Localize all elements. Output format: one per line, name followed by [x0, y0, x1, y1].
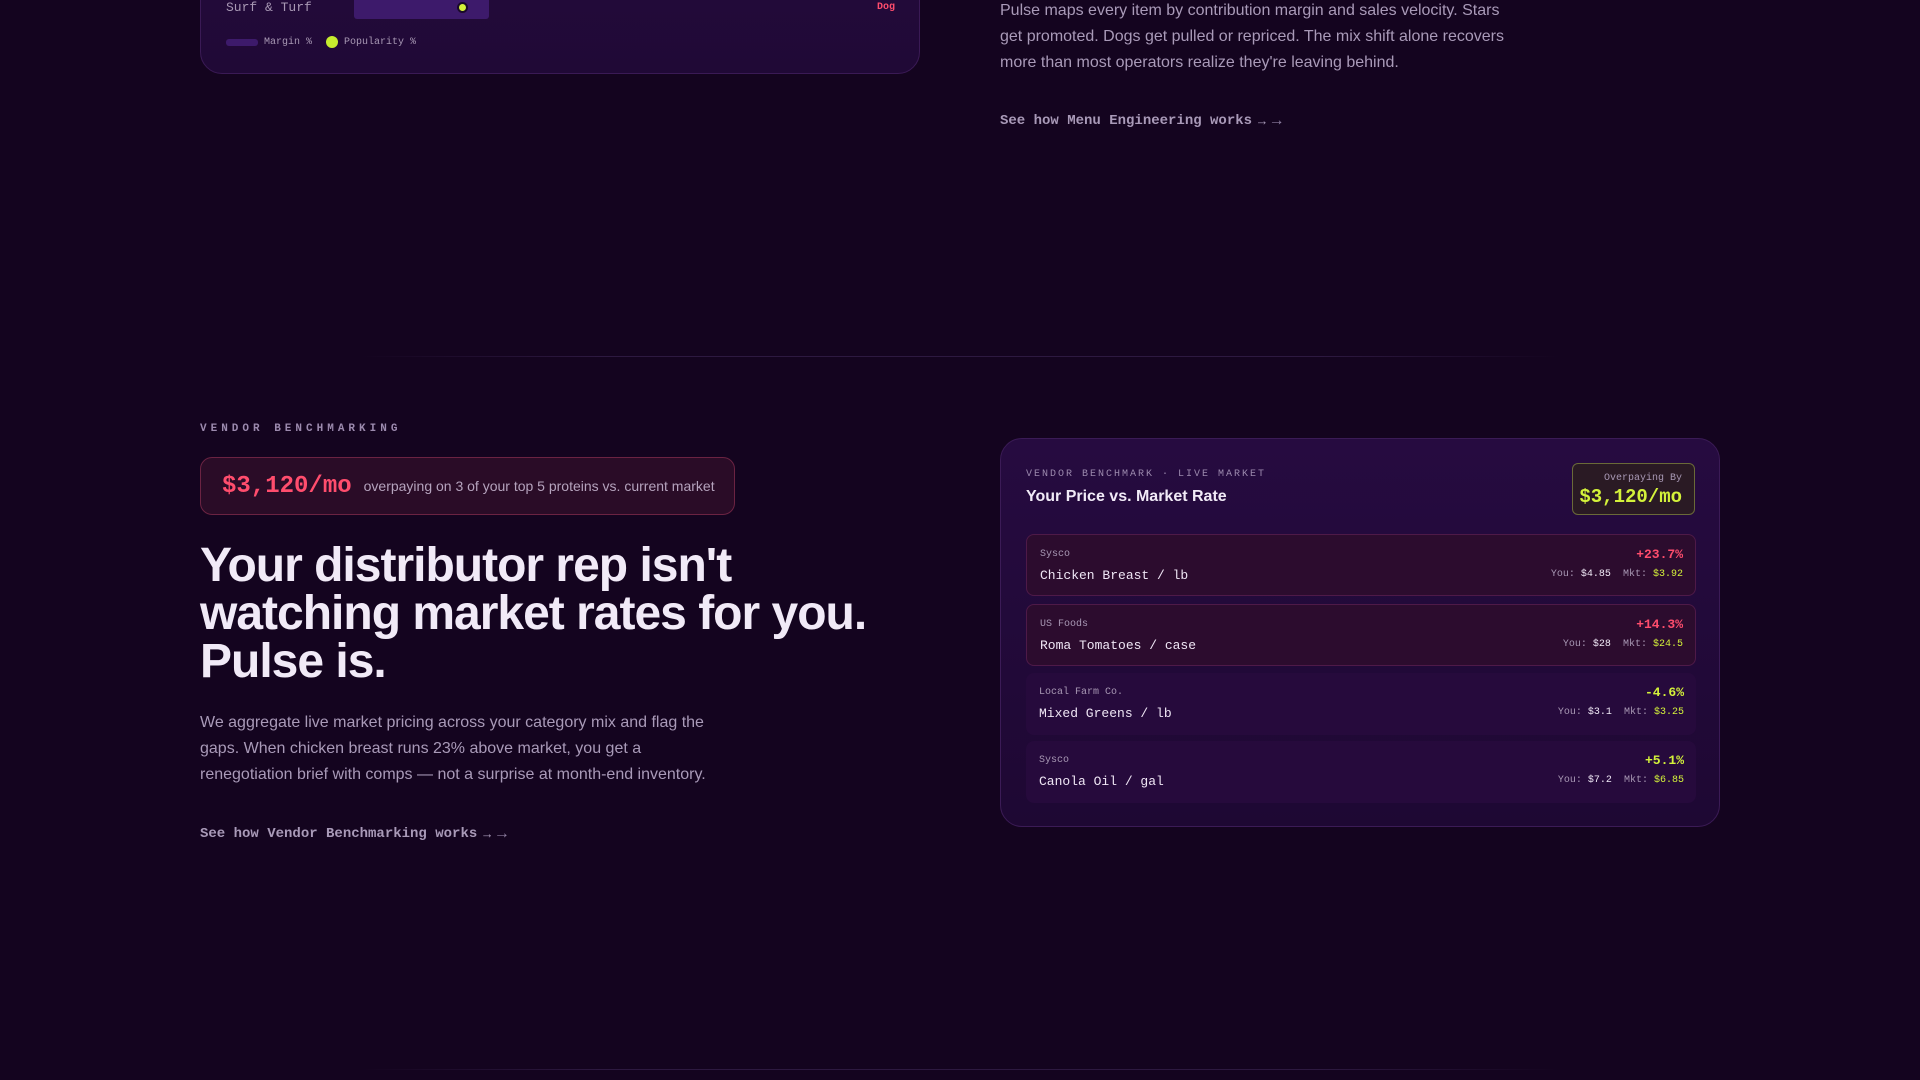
- you-label: You:: [1562, 639, 1587, 650]
- vendor-benchmarking-link-label: See how Vendor Benchmarking works: [200, 826, 478, 842]
- card-title: Your Price vs. Market Rate: [1026, 488, 1227, 505]
- your-price: $28: [1592, 639, 1611, 650]
- popularity-dot: [457, 2, 468, 13]
- row-item: Mixed Greens / lb: [1039, 706, 1172, 721]
- badge-value: $3,120/mo: [1579, 486, 1682, 508]
- section-divider: [360, 356, 1560, 357]
- market-label: Mkt:: [1622, 639, 1647, 650]
- market-label: Mkt:: [1622, 569, 1647, 580]
- market-price: $6.85: [1653, 775, 1684, 786]
- legend-margin: Margin %: [226, 37, 312, 48]
- menu-engineering-link-label: See how Menu Engineering works: [1000, 113, 1253, 129]
- market-price: $24.5: [1652, 639, 1683, 650]
- section-headline: Your distributor rep isn't watching mark…: [200, 539, 867, 688]
- your-price: $7.2: [1587, 775, 1612, 786]
- menu-engineering-link[interactable]: See how Menu Engineering works → →: [1000, 112, 1281, 130]
- vendor-benchmarking-link[interactable]: See how Vendor Benchmarking works → →: [200, 825, 507, 843]
- you-label: You:: [1550, 569, 1575, 580]
- arrow-right-icon: →: [1271, 112, 1282, 130]
- legend-popularity-swatch: [326, 36, 339, 48]
- your-price: $4.85: [1580, 569, 1611, 580]
- section-body: We aggregate live market pricing across …: [200, 714, 706, 783]
- market-price: $3.25: [1653, 707, 1684, 718]
- row-prices: You: $4.85 Mkt: $3.92: [1551, 569, 1683, 580]
- row-prices: You: $3.1 Mkt: $3.25: [1558, 707, 1684, 718]
- overpay-text: overpaying on 3 of your top 5 proteins v…: [363, 478, 715, 494]
- market-price: $3.92: [1652, 569, 1683, 580]
- price-row[interactable]: Sysco Canola Oil / gal +5.1% You: $7.2 M…: [1026, 741, 1696, 803]
- quadrant-tag: Dog: [876, 2, 895, 13]
- price-row[interactable]: Local Farm Co. Mixed Greens / lb -4.6% Y…: [1026, 673, 1696, 735]
- chart-legend: Margin % Popularity %: [226, 36, 416, 48]
- margin-bar: [354, 0, 489, 19]
- row-vendor: Sysco: [1040, 549, 1071, 560]
- row-vendor: Local Farm Co.: [1039, 687, 1124, 698]
- legend-margin-swatch: [226, 38, 258, 46]
- row-delta: -4.6%: [1644, 685, 1684, 700]
- overpay-callout: $3,120/mo overpaying on 3 of your top 5 …: [200, 457, 735, 515]
- menu-engineering-description: Pulse maps every item by contribution ma…: [1000, 2, 1504, 71]
- text-arrow: →: [483, 826, 492, 842]
- legend-popularity: Popularity %: [326, 36, 416, 48]
- text-arrow: →: [1258, 113, 1266, 129]
- overpay-amount: $3,120/mo: [222, 472, 352, 500]
- row-prices: You: $28 Mkt: $24.5: [1563, 639, 1683, 650]
- section-divider: [360, 1069, 1560, 1070]
- row-item: Chicken Breast / lb: [1040, 568, 1189, 583]
- your-price: $3.1: [1587, 707, 1612, 718]
- row-delta: +14.3%: [1636, 617, 1683, 632]
- price-row[interactable]: US Foods Roma Tomatoes / case +14.3% You…: [1026, 604, 1696, 666]
- row-item: Roma Tomatoes / case: [1040, 638, 1197, 653]
- row-delta: +23.7%: [1636, 547, 1683, 562]
- row-vendor: US Foods: [1040, 619, 1089, 630]
- menu-engineering-chart-card: Surf & Turf Dog Margin % Popularity %: [200, 0, 920, 74]
- overpaying-badge: Overpaying By $3,120/mo: [1572, 463, 1695, 515]
- legend-popularity-label: Popularity %: [344, 36, 417, 48]
- you-label: You:: [1557, 775, 1582, 786]
- badge-label: Overpaying By: [1603, 473, 1682, 484]
- row-delta: +5.1%: [1644, 753, 1684, 768]
- vendor-benchmark-card: VENDOR BENCHMARK · LIVE MARKET Your Pric…: [1000, 438, 1720, 827]
- row-item: Canola Oil / gal: [1039, 774, 1164, 789]
- chart-row-label: Surf & Turf: [226, 0, 312, 15]
- row-vendor: Sysco: [1039, 755, 1070, 766]
- price-row[interactable]: Sysco Chicken Breast / lb +23.7% You: $4…: [1026, 534, 1696, 596]
- you-label: You:: [1557, 707, 1582, 718]
- legend-margin-label: Margin %: [264, 36, 313, 48]
- market-label: Mkt:: [1623, 775, 1648, 786]
- arrow-right-icon: →: [497, 825, 507, 843]
- market-label: Mkt:: [1623, 707, 1648, 718]
- section-eyebrow: VENDOR BENCHMARKING: [200, 423, 402, 435]
- card-eyebrow: VENDOR BENCHMARK · LIVE MARKET: [1026, 469, 1267, 480]
- row-prices: You: $7.2 Mkt: $6.85: [1558, 775, 1684, 786]
